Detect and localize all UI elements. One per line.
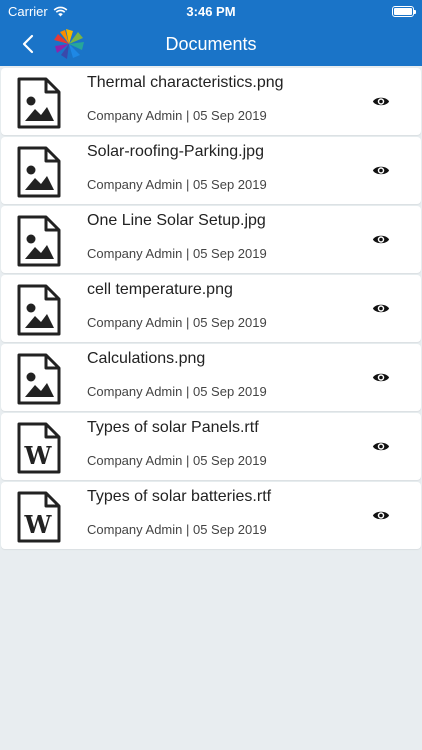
app-logo xyxy=(54,29,84,59)
document-row[interactable]: W Types of solar Panels.rtf Company Admin … xyxy=(1,413,421,480)
document-name: Thermal characteristics.png xyxy=(87,74,284,91)
svg-text:W: W xyxy=(24,510,53,539)
document-meta: Company Admin | 05 Sep 2019 xyxy=(87,108,267,123)
view-eye-icon[interactable] xyxy=(371,506,391,524)
document-name: Types of solar Panels.rtf xyxy=(87,419,259,436)
document-row[interactable]: Calculations.png Company Admin | 05 Sep 2… xyxy=(1,344,421,411)
back-button[interactable] xyxy=(8,22,48,66)
document-row[interactable]: W Types of solar batteries.rtf Company Adm… xyxy=(1,482,421,549)
document-meta: Company Admin | 05 Sep 2019 xyxy=(87,315,267,330)
document-list: Thermal characteristics.png Company Admin… xyxy=(0,66,422,549)
document-meta: Company Admin | 05 Sep 2019 xyxy=(87,384,267,399)
carrier-info: Carrier xyxy=(8,4,68,19)
document-row[interactable]: cell temperature.png Company Admin | 05 S… xyxy=(1,275,421,342)
document-name: Solar-roofing-Parking.jpg xyxy=(87,143,264,160)
image-file-icon xyxy=(16,146,62,198)
word-document-icon: W xyxy=(16,491,62,543)
status-bar: Carrier 3:46 PM xyxy=(0,0,422,22)
view-eye-icon[interactable] xyxy=(371,230,391,248)
view-eye-icon[interactable] xyxy=(371,299,391,317)
view-eye-icon[interactable] xyxy=(371,161,391,179)
document-row[interactable]: One Line Solar Setup.jpg Company Admin | … xyxy=(1,206,421,273)
image-file-icon xyxy=(16,215,62,267)
view-eye-icon[interactable] xyxy=(371,437,391,455)
battery-icon xyxy=(392,5,416,17)
nav-bar: Documents xyxy=(0,22,422,66)
image-file-icon xyxy=(16,77,62,129)
image-file-icon xyxy=(16,353,62,405)
wifi-icon xyxy=(53,6,68,16)
carrier-label: Carrier xyxy=(8,3,48,19)
image-file-icon xyxy=(16,284,62,336)
document-row[interactable]: Thermal characteristics.png Company Admin… xyxy=(1,68,421,135)
word-document-icon: W xyxy=(16,422,62,474)
document-row[interactable]: Solar-roofing-Parking.jpg Company Admin |… xyxy=(1,137,421,204)
chevron-left-icon xyxy=(22,34,34,54)
document-name: Calculations.png xyxy=(87,350,206,367)
document-name: One Line Solar Setup.jpg xyxy=(87,212,266,229)
document-name: cell temperature.png xyxy=(87,281,233,298)
document-meta: Company Admin | 05 Sep 2019 xyxy=(87,177,267,192)
document-meta: Company Admin | 05 Sep 2019 xyxy=(87,246,267,261)
document-name: Types of solar batteries.rtf xyxy=(87,488,272,505)
document-meta: Company Admin | 05 Sep 2019 xyxy=(87,522,267,537)
view-eye-icon[interactable] xyxy=(371,92,391,110)
view-eye-icon[interactable] xyxy=(371,368,391,386)
document-meta: Company Admin | 05 Sep 2019 xyxy=(87,453,267,468)
svg-text:W: W xyxy=(24,441,53,470)
